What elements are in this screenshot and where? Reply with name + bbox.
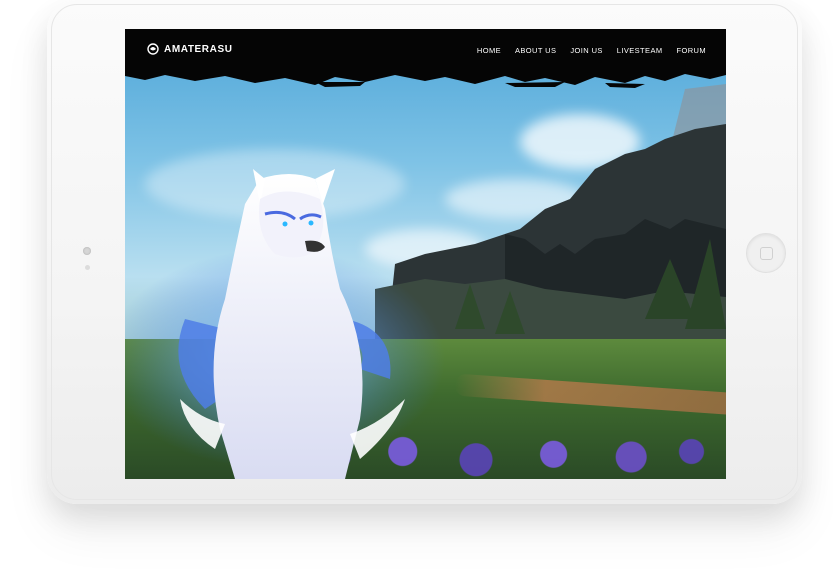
brand-logo[interactable]: AMATERASU	[147, 43, 233, 55]
camera-icon	[83, 247, 91, 255]
nav-livesteam[interactable]: LIVESTEAM	[617, 46, 663, 55]
dragon-emblem-icon	[147, 43, 159, 55]
nav-about-us[interactable]: ABOUT US	[515, 46, 556, 55]
home-button[interactable]	[746, 233, 786, 273]
nav-join-us[interactable]: JOIN US	[570, 46, 602, 55]
main-nav: HOME ABOUT US JOIN US LIVESTEAM FORUM	[477, 46, 706, 55]
nav-home[interactable]: HOME	[477, 46, 501, 55]
hero-wolf	[125, 169, 445, 479]
brush-stroke-edge	[125, 65, 726, 88]
brand-name: AMATERASU	[164, 43, 233, 55]
nav-forum[interactable]: FORUM	[677, 46, 707, 55]
sensor-dot	[85, 265, 90, 270]
screen: AMATERASU HOME ABOUT US JOIN US LIVESTEA…	[125, 29, 726, 479]
